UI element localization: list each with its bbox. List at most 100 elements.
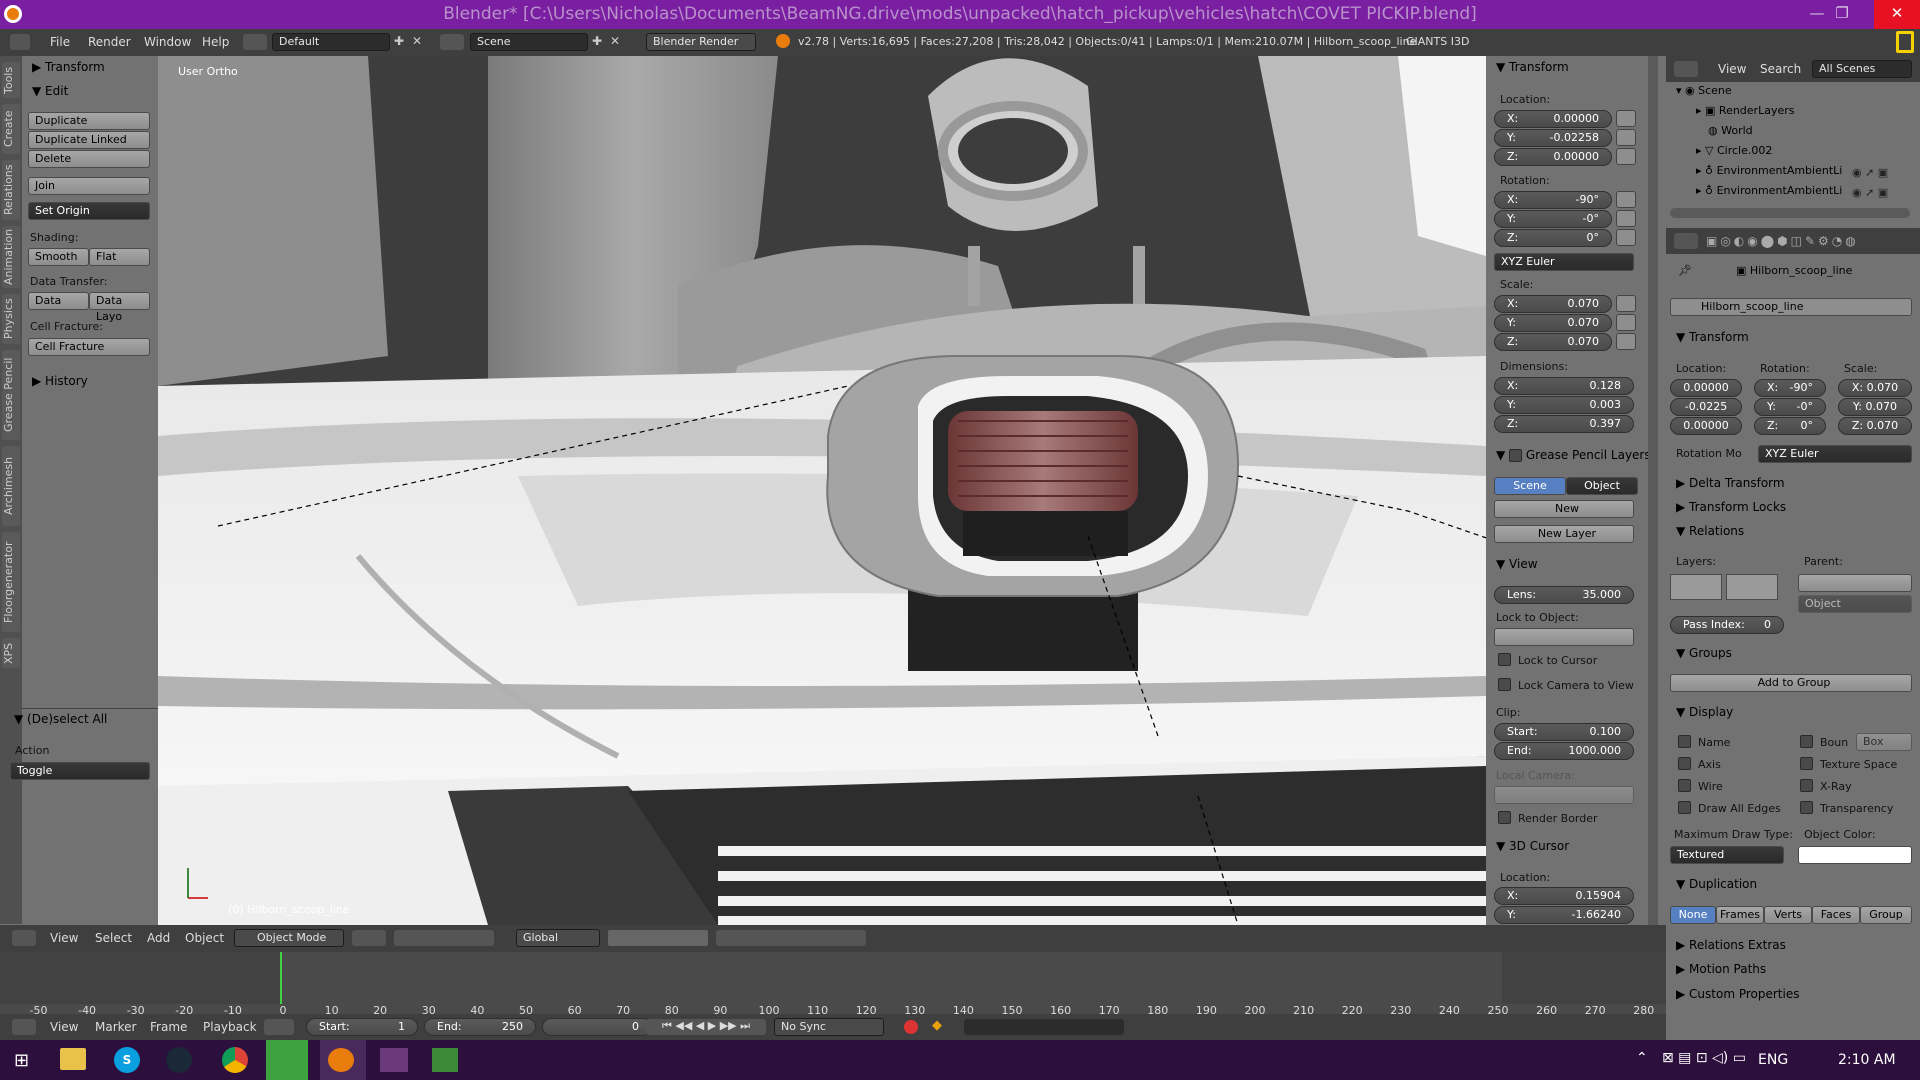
panel-history-header[interactable]: ▶ History	[32, 374, 88, 388]
preview-range-icon[interactable]	[264, 1019, 294, 1035]
pin-icon[interactable]: 📌︎	[1678, 264, 1692, 277]
lock-loc-y-icon[interactable]	[1616, 129, 1636, 146]
n-scale-y-field[interactable]: Y: 0.070	[1494, 314, 1612, 332]
cursor-x-field[interactable]: X: 0.15904	[1494, 887, 1634, 905]
tl-view-menu[interactable]: View	[50, 1020, 78, 1034]
tab-floorgenerator[interactable]: Floorgenerator	[2, 532, 20, 632]
display-name-checkbox[interactable]	[1678, 735, 1691, 748]
gp-scene-button[interactable]: Scene	[1494, 477, 1566, 495]
props-loc-x[interactable]: 0.00000	[1670, 379, 1742, 397]
tab-grease-pencil[interactable]: Grease Pencil	[2, 350, 20, 440]
layers-grid-b[interactable]	[1726, 574, 1778, 600]
n-view-header[interactable]: ▼ View	[1496, 557, 1538, 571]
playback-controls[interactable]: ⏮ ◀◀ ◀ ▶ ▶▶ ⏭	[646, 1019, 766, 1035]
add-layout-icon[interactable]: ✚	[394, 34, 404, 48]
close-button[interactable]: ✕	[1874, 0, 1920, 29]
pivot-manipulator-icons[interactable]	[394, 930, 494, 946]
view-menu[interactable]: View	[50, 931, 78, 945]
local-camera-field[interactable]	[1494, 786, 1634, 804]
props-rot-x[interactable]: X: -90°	[1754, 379, 1826, 397]
remove-layout-icon[interactable]: ✕	[412, 34, 422, 48]
scene-icon[interactable]	[440, 34, 464, 50]
dup-frames-button[interactable]: Frames	[1716, 906, 1764, 924]
n-transform-header[interactable]: ▼ Transform	[1496, 60, 1569, 74]
clock[interactable]: 2:10 AM	[1838, 1052, 1896, 1068]
outliner-editor-icon[interactable]	[1674, 61, 1698, 77]
lock-rot-y-icon[interactable]	[1616, 210, 1636, 227]
relations-header[interactable]: ▼ Relations	[1676, 524, 1744, 538]
scene-field[interactable]: Scene	[470, 33, 588, 51]
parent-field[interactable]	[1798, 574, 1912, 592]
dup-none-button[interactable]: None	[1670, 906, 1716, 924]
outliner-item-scene[interactable]: ▾ ◉ Scene	[1676, 84, 1732, 97]
timeline[interactable]	[0, 952, 1666, 1014]
shade-smooth-button[interactable]: Smooth	[28, 248, 89, 266]
tab-animation[interactable]: Animation	[2, 226, 20, 288]
media-app-icon[interactable]	[380, 1048, 408, 1072]
cursor-y-field[interactable]: Y: -1.66240	[1494, 906, 1634, 924]
draw-all-edges-checkbox[interactable]	[1678, 801, 1691, 814]
join-button[interactable]: Join	[28, 177, 150, 195]
steam-icon[interactable]	[166, 1047, 192, 1073]
sync-mode-select[interactable]: No Sync	[774, 1018, 884, 1036]
menu-render[interactable]: Render	[88, 35, 131, 49]
rotation-mode-select[interactable]: XYZ Euler	[1758, 445, 1912, 463]
tab-relations[interactable]: Relations	[2, 160, 20, 220]
select-menu[interactable]: Select	[95, 931, 132, 945]
tab-physics[interactable]: Physics	[2, 294, 20, 344]
action-select[interactable]: Toggle	[10, 762, 150, 780]
panel-edit-header[interactable]: ▼ Edit	[32, 84, 68, 98]
render-engine-select[interactable]: Blender Render	[646, 33, 756, 51]
tab-tools[interactable]: Tools	[2, 62, 20, 98]
interaction-mode-select[interactable]: Object Mode	[234, 929, 344, 947]
object-name-field[interactable]: Hilborn_scoop_line	[1670, 298, 1912, 316]
n-dim-x-field[interactable]: X: 0.128	[1494, 377, 1634, 395]
props-scale-z[interactable]: Z: 0.070	[1838, 417, 1912, 435]
lock-loc-z-icon[interactable]	[1616, 148, 1636, 165]
lock-scale-z-icon[interactable]	[1616, 333, 1636, 350]
transparency-checkbox[interactable]	[1800, 801, 1813, 814]
record-icon[interactable]	[904, 1020, 918, 1034]
lock-scale-y-icon[interactable]	[1616, 314, 1636, 331]
outliner-item-world[interactable]: ◍ World	[1708, 124, 1753, 137]
tab-archimesh[interactable]: Archimesh	[2, 446, 20, 526]
outliner-view-menu[interactable]: View	[1718, 62, 1746, 76]
display-axis-checkbox[interactable]	[1678, 757, 1691, 770]
lock-loc-x-icon[interactable]	[1616, 110, 1636, 127]
outliner-item-circle[interactable]: ▸ ▽ Circle.002	[1696, 144, 1772, 157]
gp-object-button[interactable]: Object	[1566, 477, 1638, 495]
n-rot-x-field[interactable]: X: -90°	[1494, 191, 1612, 209]
lock-to-object-field[interactable]	[1494, 628, 1634, 646]
n-loc-x-field[interactable]: X: 0.00000	[1494, 110, 1612, 128]
texture-space-checkbox[interactable]	[1800, 757, 1813, 770]
parent-type-select[interactable]: Object	[1798, 595, 1912, 613]
maximize-button[interactable]: ❐	[1820, 0, 1864, 29]
language-indicator[interactable]: ENG	[1758, 1052, 1788, 1068]
gp-new-layer-button[interactable]: New Layer	[1494, 525, 1634, 543]
lock-camera-checkbox[interactable]	[1498, 678, 1511, 691]
3d-viewport[interactable]: User Ortho (0) Hilborn_scoop_line	[158, 56, 1486, 925]
add-menu[interactable]: Add	[147, 931, 170, 945]
app-green-icon[interactable]	[266, 1040, 308, 1080]
tab-create[interactable]: Create	[2, 104, 20, 154]
tab-xps[interactable]: XPS	[2, 638, 20, 668]
duplication-header[interactable]: ▼ Duplication	[1676, 877, 1757, 891]
clip-end-field[interactable]: End: 1000.000	[1494, 742, 1634, 760]
delete-button[interactable]: Delete	[28, 150, 150, 168]
n-rot-y-field[interactable]: Y: -0°	[1494, 210, 1612, 228]
n-loc-z-field[interactable]: Z: 0.00000	[1494, 148, 1612, 166]
n-grease-pencil-header[interactable]: ▼ Grease Pencil Layers	[1496, 448, 1651, 462]
duplicate-linked-button[interactable]: Duplicate Linked	[28, 131, 150, 149]
object-color-swatch[interactable]	[1798, 846, 1912, 864]
gp-enable-checkbox[interactable]	[1509, 449, 1523, 462]
menu-file[interactable]: File	[50, 35, 70, 49]
file-explorer-icon[interactable]	[60, 1048, 86, 1070]
dup-group-button[interactable]: Group	[1860, 906, 1912, 924]
skype-icon[interactable]: S	[114, 1047, 140, 1073]
visibility-eye-icon-2[interactable]: ◉ ➚ ▣	[1852, 186, 1888, 199]
add-to-group-button[interactable]: Add to Group	[1670, 674, 1912, 692]
remove-scene-icon[interactable]: ✕	[610, 34, 620, 48]
properties-editor-icon[interactable]	[1674, 233, 1698, 249]
viewport-shading-select[interactable]	[352, 930, 386, 946]
props-loc-y[interactable]: -0.0225	[1670, 398, 1742, 416]
